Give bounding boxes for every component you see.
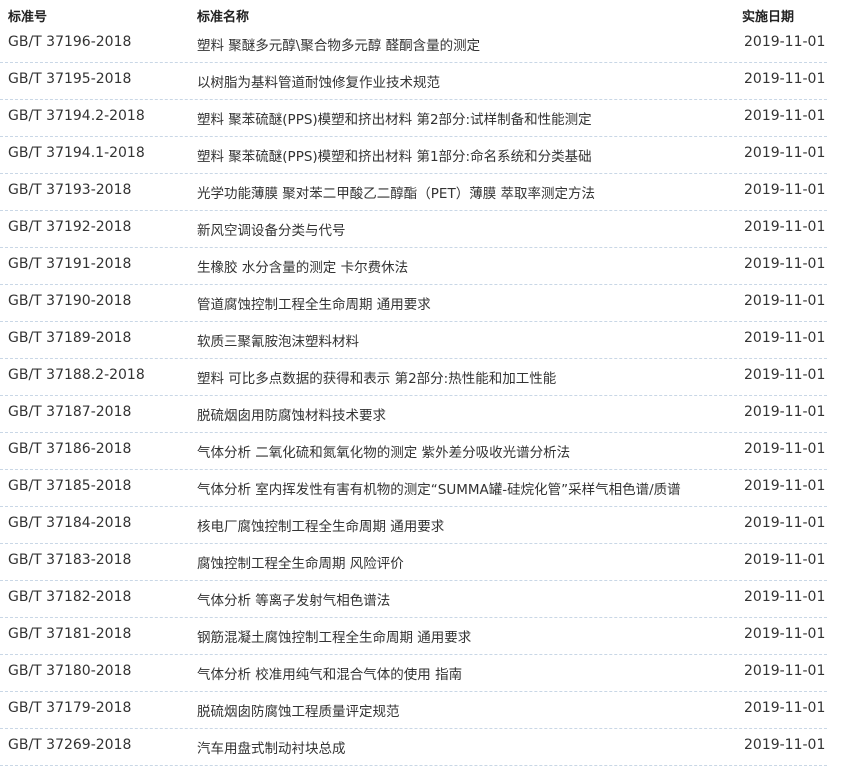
table-row: GB/T 37193-2018 光学功能薄膜 聚对苯二甲酸乙二醇酯（PET）薄膜 …: [0, 174, 827, 211]
standard-code-link[interactable]: GB/T 37183-2018: [8, 552, 188, 568]
header-standard-code: 标准号: [8, 10, 48, 25]
standard-code-link[interactable]: GB/T 37187-2018: [8, 404, 188, 420]
standard-name-link[interactable]: 以树脂为基料管道耐蚀修复作业技术规范: [197, 71, 744, 91]
standard-name-link[interactable]: 腐蚀控制工程全生命周期 风险评价: [197, 552, 744, 572]
standard-name-link[interactable]: 塑料 聚苯硫醚(PPS)模塑和挤出材料 第1部分:命名系统和分类基础: [197, 145, 744, 165]
standard-code-link[interactable]: GB/T 37192-2018: [8, 219, 188, 235]
header-standard-name: 标准名称: [197, 10, 250, 25]
implementation-date: 2019-11-01: [744, 71, 826, 87]
table-row: GB/T 37180-2018 气体分析 校准用纯气和混合气体的使用 指南 2019…: [0, 655, 827, 692]
standard-code-link[interactable]: GB/T 37196-2018: [8, 34, 188, 50]
implementation-date: 2019-11-01: [744, 367, 826, 383]
table-row: GB/T 37188.2-2018 塑料 可比多点数据的获得和表示 第2部分:热性…: [0, 359, 827, 396]
table-row: GB/T 37194.2-2018 塑料 聚苯硫醚(PPS)模塑和挤出材料 第2部…: [0, 100, 827, 137]
standard-code-link[interactable]: GB/T 37269-2018: [8, 737, 188, 753]
table-row: GB/T 37186-2018 气体分析 二氧化硫和氮氧化物的测定 紫外差分吸收光…: [0, 433, 827, 470]
table-row: GB/T 37187-2018 脱硫烟囱用防腐蚀材料技术要求 2019-11-01: [0, 396, 827, 433]
implementation-date: 2019-11-01: [744, 515, 826, 531]
implementation-date: 2019-11-01: [744, 293, 826, 309]
table-row: GB/T 37191-2018 生橡胶 水分含量的测定 卡尔费休法 2019-11-…: [0, 248, 827, 285]
implementation-date: 2019-11-01: [744, 626, 826, 642]
standard-code-link[interactable]: GB/T 37181-2018: [8, 626, 188, 642]
table-row: GB/T 37185-2018 气体分析 室内挥发性有害有机物的测定“SUMMA罐…: [0, 470, 827, 507]
standard-name-link[interactable]: 脱硫烟囱用防腐蚀材料技术要求: [197, 404, 744, 424]
table-row: GB/T 37190-2018 管道腐蚀控制工程全生命周期 通用要求 2019-11…: [0, 285, 827, 322]
implementation-date: 2019-11-01: [744, 552, 826, 568]
standard-name-link[interactable]: 生橡胶 水分含量的测定 卡尔费休法: [197, 256, 744, 276]
standard-code-link[interactable]: GB/T 37180-2018: [8, 663, 188, 679]
implementation-date: 2019-11-01: [744, 256, 826, 272]
standard-code-link[interactable]: GB/T 37193-2018: [8, 182, 188, 198]
standard-name-link[interactable]: 脱硫烟囱防腐蚀工程质量评定规范: [197, 700, 744, 720]
table-row: GB/T 37269-2018 汽车用盘式制动衬块总成 2019-11-01: [0, 729, 827, 766]
standards-table: 标准号 标准名称 实施日期 GB/T 37196-2018 塑料 聚醚多元醇\聚合…: [0, 0, 855, 766]
standard-name-link[interactable]: 气体分析 二氧化硫和氮氧化物的测定 紫外差分吸收光谱分析法: [197, 441, 744, 461]
table-body: GB/T 37196-2018 塑料 聚醚多元醇\聚合物多元醇 醛酮含量的测定 20…: [0, 26, 855, 766]
standard-name-link[interactable]: 光学功能薄膜 聚对苯二甲酸乙二醇酯（PET）薄膜 萃取率测定方法: [197, 182, 744, 202]
standard-code-link[interactable]: GB/T 37191-2018: [8, 256, 188, 272]
standard-code-link[interactable]: GB/T 37195-2018: [8, 71, 188, 87]
standard-code-link[interactable]: GB/T 37179-2018: [8, 700, 188, 716]
implementation-date: 2019-11-01: [744, 404, 826, 420]
standard-code-link[interactable]: GB/T 37188.2-2018: [8, 367, 188, 383]
implementation-date: 2019-11-01: [744, 145, 826, 161]
table-row: GB/T 37195-2018 以树脂为基料管道耐蚀修复作业技术规范 2019-11…: [0, 63, 827, 100]
standard-name-link[interactable]: 钢筋混凝土腐蚀控制工程全生命周期 通用要求: [197, 626, 744, 646]
standard-name-link[interactable]: 汽车用盘式制动衬块总成: [197, 737, 744, 757]
implementation-date: 2019-11-01: [744, 478, 826, 494]
implementation-date: 2019-11-01: [744, 441, 826, 457]
standard-code-link[interactable]: GB/T 37189-2018: [8, 330, 188, 346]
table-row: GB/T 37183-2018 腐蚀控制工程全生命周期 风险评价 2019-11-0…: [0, 544, 827, 581]
standard-code-link[interactable]: GB/T 37194.1-2018: [8, 145, 188, 161]
implementation-date: 2019-11-01: [744, 737, 826, 753]
standard-code-link[interactable]: GB/T 37182-2018: [8, 589, 188, 605]
header-implementation-date: 实施日期: [742, 10, 795, 25]
table-row: GB/T 37184-2018 核电厂腐蚀控制工程全生命周期 通用要求 2019-1…: [0, 507, 827, 544]
standard-code-link[interactable]: GB/T 37194.2-2018: [8, 108, 188, 124]
table-header: 标准号 标准名称 实施日期: [0, 0, 855, 26]
implementation-date: 2019-11-01: [744, 219, 826, 235]
standard-name-link[interactable]: 塑料 聚苯硫醚(PPS)模塑和挤出材料 第2部分:试样制备和性能测定: [197, 108, 744, 128]
implementation-date: 2019-11-01: [744, 330, 826, 346]
implementation-date: 2019-11-01: [744, 663, 826, 679]
standard-name-link[interactable]: 核电厂腐蚀控制工程全生命周期 通用要求: [197, 515, 744, 535]
table-row: GB/T 37192-2018 新风空调设备分类与代号 2019-11-01: [0, 211, 827, 248]
standard-code-link[interactable]: GB/T 37190-2018: [8, 293, 188, 309]
standard-name-link[interactable]: 塑料 聚醚多元醇\聚合物多元醇 醛酮含量的测定: [197, 34, 744, 54]
standard-name-link[interactable]: 新风空调设备分类与代号: [197, 219, 744, 239]
implementation-date: 2019-11-01: [744, 182, 826, 198]
implementation-date: 2019-11-01: [744, 108, 826, 124]
table-row: GB/T 37182-2018 气体分析 等离子发射气相色谱法 2019-11-01: [0, 581, 827, 618]
standard-code-link[interactable]: GB/T 37186-2018: [8, 441, 188, 457]
implementation-date: 2019-11-01: [744, 700, 826, 716]
standard-name-link[interactable]: 塑料 可比多点数据的获得和表示 第2部分:热性能和加工性能: [197, 367, 744, 387]
table-row: GB/T 37179-2018 脱硫烟囱防腐蚀工程质量评定规范 2019-11-01: [0, 692, 827, 729]
table-row: GB/T 37189-2018 软质三聚氰胺泡沫塑料材料 2019-11-01: [0, 322, 827, 359]
table-row: GB/T 37194.1-2018 塑料 聚苯硫醚(PPS)模塑和挤出材料 第1部…: [0, 137, 827, 174]
implementation-date: 2019-11-01: [744, 34, 826, 50]
standard-code-link[interactable]: GB/T 37184-2018: [8, 515, 188, 531]
standard-name-link[interactable]: 气体分析 校准用纯气和混合气体的使用 指南: [197, 663, 744, 683]
standard-name-link[interactable]: 软质三聚氰胺泡沫塑料材料: [197, 330, 744, 350]
standard-name-link[interactable]: 气体分析 室内挥发性有害有机物的测定“SUMMA罐-硅烷化管”采样气相色谱/质谱: [197, 478, 744, 498]
table-row: GB/T 37196-2018 塑料 聚醚多元醇\聚合物多元醇 醛酮含量的测定 20…: [0, 26, 827, 63]
standard-name-link[interactable]: 管道腐蚀控制工程全生命周期 通用要求: [197, 293, 744, 313]
standard-name-link[interactable]: 气体分析 等离子发射气相色谱法: [197, 589, 744, 609]
standard-code-link[interactable]: GB/T 37185-2018: [8, 478, 188, 494]
table-row: GB/T 37181-2018 钢筋混凝土腐蚀控制工程全生命周期 通用要求 2019…: [0, 618, 827, 655]
implementation-date: 2019-11-01: [744, 589, 826, 605]
